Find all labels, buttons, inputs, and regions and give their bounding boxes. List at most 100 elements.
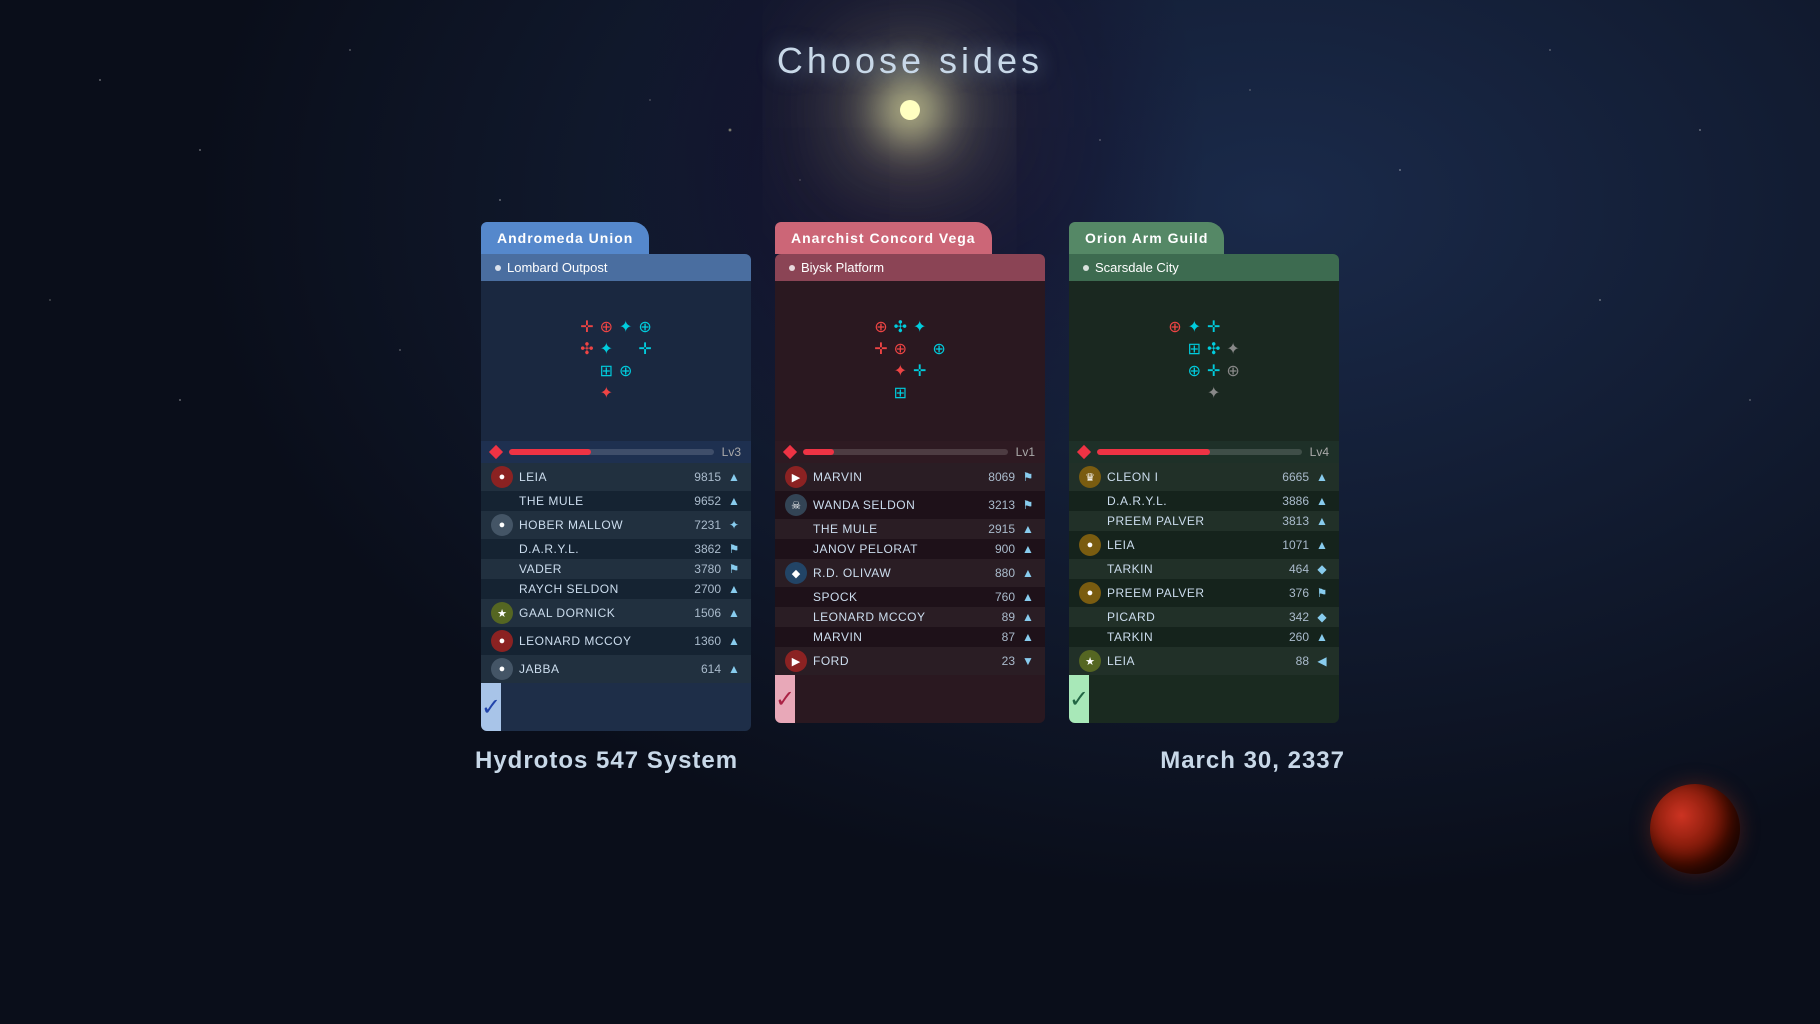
battle-area-andromeda: ✛ ⊕ ✦ ⊕ ✣ ✦ · ✛ · ⊞ ⊕ · [481,281,751,441]
player-rank-icon: ▲ [727,662,741,676]
faction-tab-anarchist[interactable]: Anarchist Concord Vega [775,222,992,254]
level-bar-orion: Lv4 [1069,441,1339,463]
ship-icon: ✛ [638,342,651,358]
ship-icon: · [638,364,651,380]
ship-icon: ✣ [894,320,907,336]
player-rank-icon: ▲ [1021,542,1035,556]
player-rank-icon: ▲ [727,470,741,484]
player-avatar: ● [491,466,513,488]
player-name: LEIA [1107,538,1267,552]
player-rank-icon: ▲ [727,606,741,620]
player-avatar: ● [491,514,513,536]
ship-icon: · [1188,386,1201,402]
player-rank-icon: ▲ [727,634,741,648]
faction-card-anarchist[interactable]: Anarchist Concord Vega Biysk Platform ⊕ … [775,222,1045,723]
player-score: 9652 [685,494,721,508]
ship-icon: ✛ [580,320,593,336]
ship-icon: ✛ [1207,364,1220,380]
player-score: 88 [1273,654,1309,668]
ship-icon: ✦ [600,386,613,402]
ship-icon: ⊕ [1188,364,1201,380]
ship-icon: ⊞ [600,364,613,380]
player-name: D.A.R.Y.L. [1107,494,1267,508]
location-bar-andromeda: Lombard Outpost [481,254,751,281]
player-row: ●JABBA614▲ [481,655,751,683]
player-score: 260 [1273,630,1309,644]
ship-icon: · [1226,386,1239,402]
player-row: ★GAAL DORNICK1506▲ [481,599,751,627]
player-row: TARKIN 260 ▲ [1069,627,1339,647]
ship-icon: · [580,386,593,402]
player-name: LEONARD MCCOY [519,634,679,648]
faction-card-andromeda[interactable]: Andromeda Union Lombard Outpost ✛ ⊕ ✦ ⊕ … [481,222,751,731]
player-avatar: ★ [1079,650,1101,672]
player-row: PREEM PALVER3813▲ [1069,511,1339,531]
player-name: D.A.R.Y.L. [519,542,679,556]
player-rank-icon: ▲ [1315,494,1329,508]
ship-icon: · [1226,320,1239,336]
player-name: LEIA [519,470,679,484]
player-score: 3813 [1273,514,1309,528]
player-score: 3886 [1273,494,1309,508]
player-rank-icon: ◆ [1315,610,1329,624]
player-row: ★ LEIA 88 ◀ [1069,647,1339,675]
level-track [803,449,1008,455]
level-diamond [1077,445,1091,459]
ship-icon: ✣ [1207,342,1220,358]
battle-area-anarchist: ⊕ ✣ ✦ · ✛ ⊕ · ⊕ · ✦ ✛ · · ⊞ · [775,281,1045,441]
player-name: PREEM PALVER [1107,586,1267,600]
location-bar-anarchist: Biysk Platform [775,254,1045,281]
player-name: TARKIN [1107,630,1267,644]
player-avatar: ● [1079,582,1101,604]
player-avatar: ★ [491,602,513,624]
ship-icon: ⊕ [932,342,945,358]
player-name: JABBA [519,662,679,676]
player-name: R.D. OLIVAW [813,566,973,580]
player-avatar: ▶ [785,466,807,488]
ship-icon: ⊕ [874,320,887,336]
player-name: MARVIN [813,630,973,644]
location-bar-orion: Scarsdale City [1069,254,1339,281]
player-rank-icon: ▲ [1021,522,1035,536]
level-diamond [783,445,797,459]
main-content: Choose sides Andromeda Union Lombard Out… [0,0,1820,1024]
player-name: WANDA SELDON [813,498,973,512]
player-score: 760 [979,590,1015,604]
ship-icon: · [874,386,887,402]
player-name: LEIA [1107,654,1267,668]
player-row: ◆R.D. OLIVAW880▲ [775,559,1045,587]
ship-icon: · [1168,364,1181,380]
ship-icon: ✣ [580,342,593,358]
player-score: 900 [979,542,1015,556]
player-rank-icon: ▲ [727,494,741,508]
player-score: 89 [979,610,1015,624]
player-row: VADER3780⚑ [481,559,751,579]
ship-icon: · [874,364,887,380]
player-score: 1071 [1273,538,1309,552]
level-fill [803,449,834,455]
player-row: D.A.R.Y.L.3862⚑ [481,539,751,559]
player-row: JANOV PELORAT900▲ [775,539,1045,559]
level-bar-anarchist: Lv1 [775,441,1045,463]
player-rank-icon: ◀ [1315,654,1329,668]
system-label: Hydrotos 547 System [475,747,738,775]
player-name: SPOCK [813,590,973,604]
player-row: TARKIN464◆ [1069,559,1339,579]
ship-icon: ⊕ [1168,320,1181,336]
faction-card-orion[interactable]: Orion Arm Guild Scarsdale City ⊕ ✦ ✛ · ·… [1069,222,1339,723]
player-score: 3862 [685,542,721,556]
select-button-andromeda[interactable]: ✓ [481,683,501,731]
player-name: THE MULE [519,494,679,508]
player-score: 376 [1273,586,1309,600]
select-button-anarchist[interactable]: ✓ [775,675,795,723]
ship-icon: ✦ [1207,386,1220,402]
ship-icon: ✦ [913,320,926,336]
player-score: 3213 [979,498,1015,512]
faction-tab-orion[interactable]: Orion Arm Guild [1069,222,1224,254]
select-button-orion[interactable]: ✓ [1069,675,1089,723]
faction-tab-andromeda[interactable]: Andromeda Union [481,222,649,254]
player-score: 2915 [979,522,1015,536]
player-score: 7231 [685,518,721,532]
player-rank-icon: ▲ [1315,630,1329,644]
level-diamond [489,445,503,459]
